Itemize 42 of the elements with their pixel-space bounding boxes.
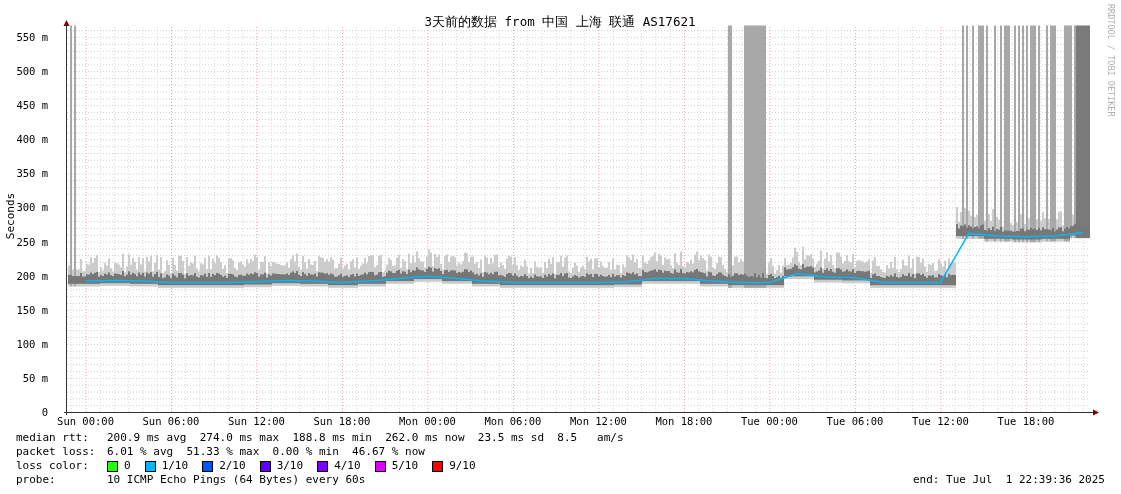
axis-label: Sun 00:00 (57, 415, 114, 427)
axis-label: 250 m (16, 235, 48, 248)
swatch-label: 1/10 (161, 459, 189, 473)
legend-label: probe: (16, 473, 57, 487)
legend-value: 10 ICMP Echo Pings (64 Bytes) every 60s (107, 473, 366, 487)
legend-value: 6.01 % avg 51.33 % max 0.00 % min 46.67 % now (107, 445, 425, 459)
swatch-label: 0 (124, 459, 131, 473)
axis-label: 500 m (16, 65, 48, 78)
axis-label: 450 m (16, 99, 48, 112)
axis-label: Mon 06:00 (484, 415, 542, 427)
axis-label: 150 m (16, 303, 48, 316)
axis-label: 300 m (16, 201, 48, 214)
axis-label: Sun 12:00 (228, 415, 285, 427)
legend-value: 200.9 ms avg 274.0 ms max 188.8 ms min 262.0 ms now 23.5 ms sd 8.5 am/s (107, 431, 624, 445)
swatch-label: 2/10 (219, 459, 246, 473)
end-time: end: Tue Jul 1 22:39:36 2025 (912, 473, 1105, 487)
axis-label: Mon 00:00 (399, 415, 456, 427)
swatch-label: 3/10 (276, 459, 304, 473)
legend-label: loss color: (16, 459, 90, 473)
axis-title: Seconds (4, 192, 17, 240)
axis-label: 0 (41, 406, 48, 418)
axis-label: Sun 06:00 (142, 415, 200, 427)
axis-label: Tue 00:00 (740, 415, 798, 427)
axis-label: 200 m (16, 269, 48, 282)
axis-label: Mon 12:00 (570, 415, 627, 427)
signature: RRDTOOL / TOBI OETIKER (1106, 4, 1116, 117)
axis-label: 550 m (16, 31, 48, 44)
swatch-label: 9/10 (449, 459, 476, 473)
legend-label: packet loss: (16, 445, 97, 459)
axis-label: 350 m (16, 167, 48, 180)
chart-title: 3天前的数据 from 中国 上海 联通 AS17621 (424, 14, 696, 29)
axis-label: Tue 06:00 (826, 415, 884, 427)
axis-label: Tue 18:00 (997, 415, 1055, 427)
swatch-label: 5/10 (391, 459, 419, 473)
axis-label: 400 m (16, 133, 48, 146)
axis-label: 100 m (16, 337, 48, 350)
legend-label: median rtt: (16, 431, 90, 445)
swatch-label: 4/10 (334, 459, 361, 473)
axis-label: Tue 12:00 (911, 415, 969, 427)
axis-label: 50 m (22, 371, 48, 384)
axis-label: Mon 18:00 (655, 415, 713, 427)
axis-label: Sun 18:00 (313, 415, 371, 427)
